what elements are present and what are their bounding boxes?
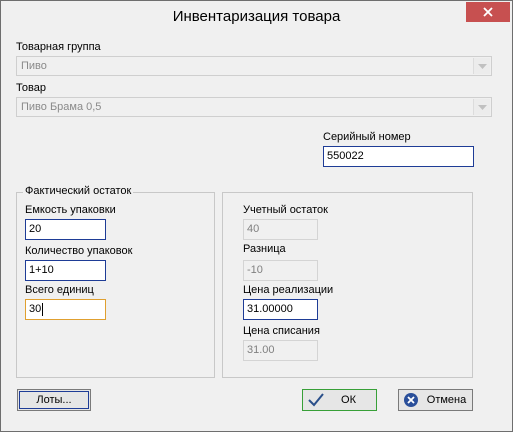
ok-button[interactable]: ОК: [302, 389, 377, 411]
product-dropdown-button[interactable]: [473, 99, 490, 115]
product-group-select[interactable]: Пиво: [16, 56, 492, 76]
sale-price-input[interactable]: 31.00000: [243, 299, 318, 320]
lots-button[interactable]: Лоты...: [17, 389, 91, 411]
difference-value: -10: [243, 260, 318, 281]
dialog-body: Товарная группа Пиво Товар Пиво Брама 0,…: [8, 31, 505, 424]
title-bar: Инвентаризация товара: [1, 1, 512, 31]
checkmark-icon: [308, 393, 324, 407]
serial-number-input[interactable]: 550022: [323, 146, 474, 167]
product-group-dropdown-button[interactable]: [473, 58, 490, 74]
writeoff-price-value: 31.00: [243, 340, 318, 361]
pack-capacity-label: Емкость упаковки: [25, 204, 116, 216]
serial-number-label: Серийный номер: [323, 131, 411, 143]
cancel-button[interactable]: Отмена: [398, 389, 473, 411]
book-stock-label: Учетный остаток: [243, 204, 328, 216]
writeoff-price-label: Цена списания: [243, 325, 320, 337]
total-units-input[interactable]: 30: [25, 299, 106, 320]
text-caret: [42, 303, 43, 316]
close-icon: [483, 7, 493, 17]
chevron-down-icon: [477, 63, 487, 69]
pack-capacity-input[interactable]: 20: [25, 219, 106, 240]
window-title: Инвентаризация товара: [172, 8, 341, 25]
close-button[interactable]: [466, 2, 510, 22]
product-select[interactable]: Пиво Брама 0,5: [16, 97, 492, 117]
product-group-value: Пиво: [21, 60, 47, 72]
sale-price-label: Цена реализации: [243, 284, 334, 296]
inventory-dialog: Инвентаризация товара Товарная группа Пи…: [0, 0, 513, 432]
cancel-icon: [404, 393, 418, 407]
lots-button-focus-frame: [19, 391, 89, 409]
total-units-label: Всего единиц: [25, 284, 94, 296]
product-label: Товар: [16, 82, 46, 94]
pack-count-input[interactable]: 1+10: [25, 260, 106, 281]
actual-stock-caption: Фактический остаток: [23, 185, 134, 197]
product-group-label: Товарная группа: [16, 41, 101, 53]
difference-label: Разница: [243, 243, 286, 255]
ok-button-label: ОК: [341, 394, 356, 406]
total-units-value: 30: [29, 303, 42, 315]
product-value: Пиво Брама 0,5: [21, 101, 102, 113]
cancel-button-label: Отмена: [426, 394, 467, 406]
chevron-down-icon: [477, 104, 487, 110]
book-stock-value: 40: [243, 219, 318, 240]
pack-count-label: Количество упаковок: [25, 245, 133, 257]
